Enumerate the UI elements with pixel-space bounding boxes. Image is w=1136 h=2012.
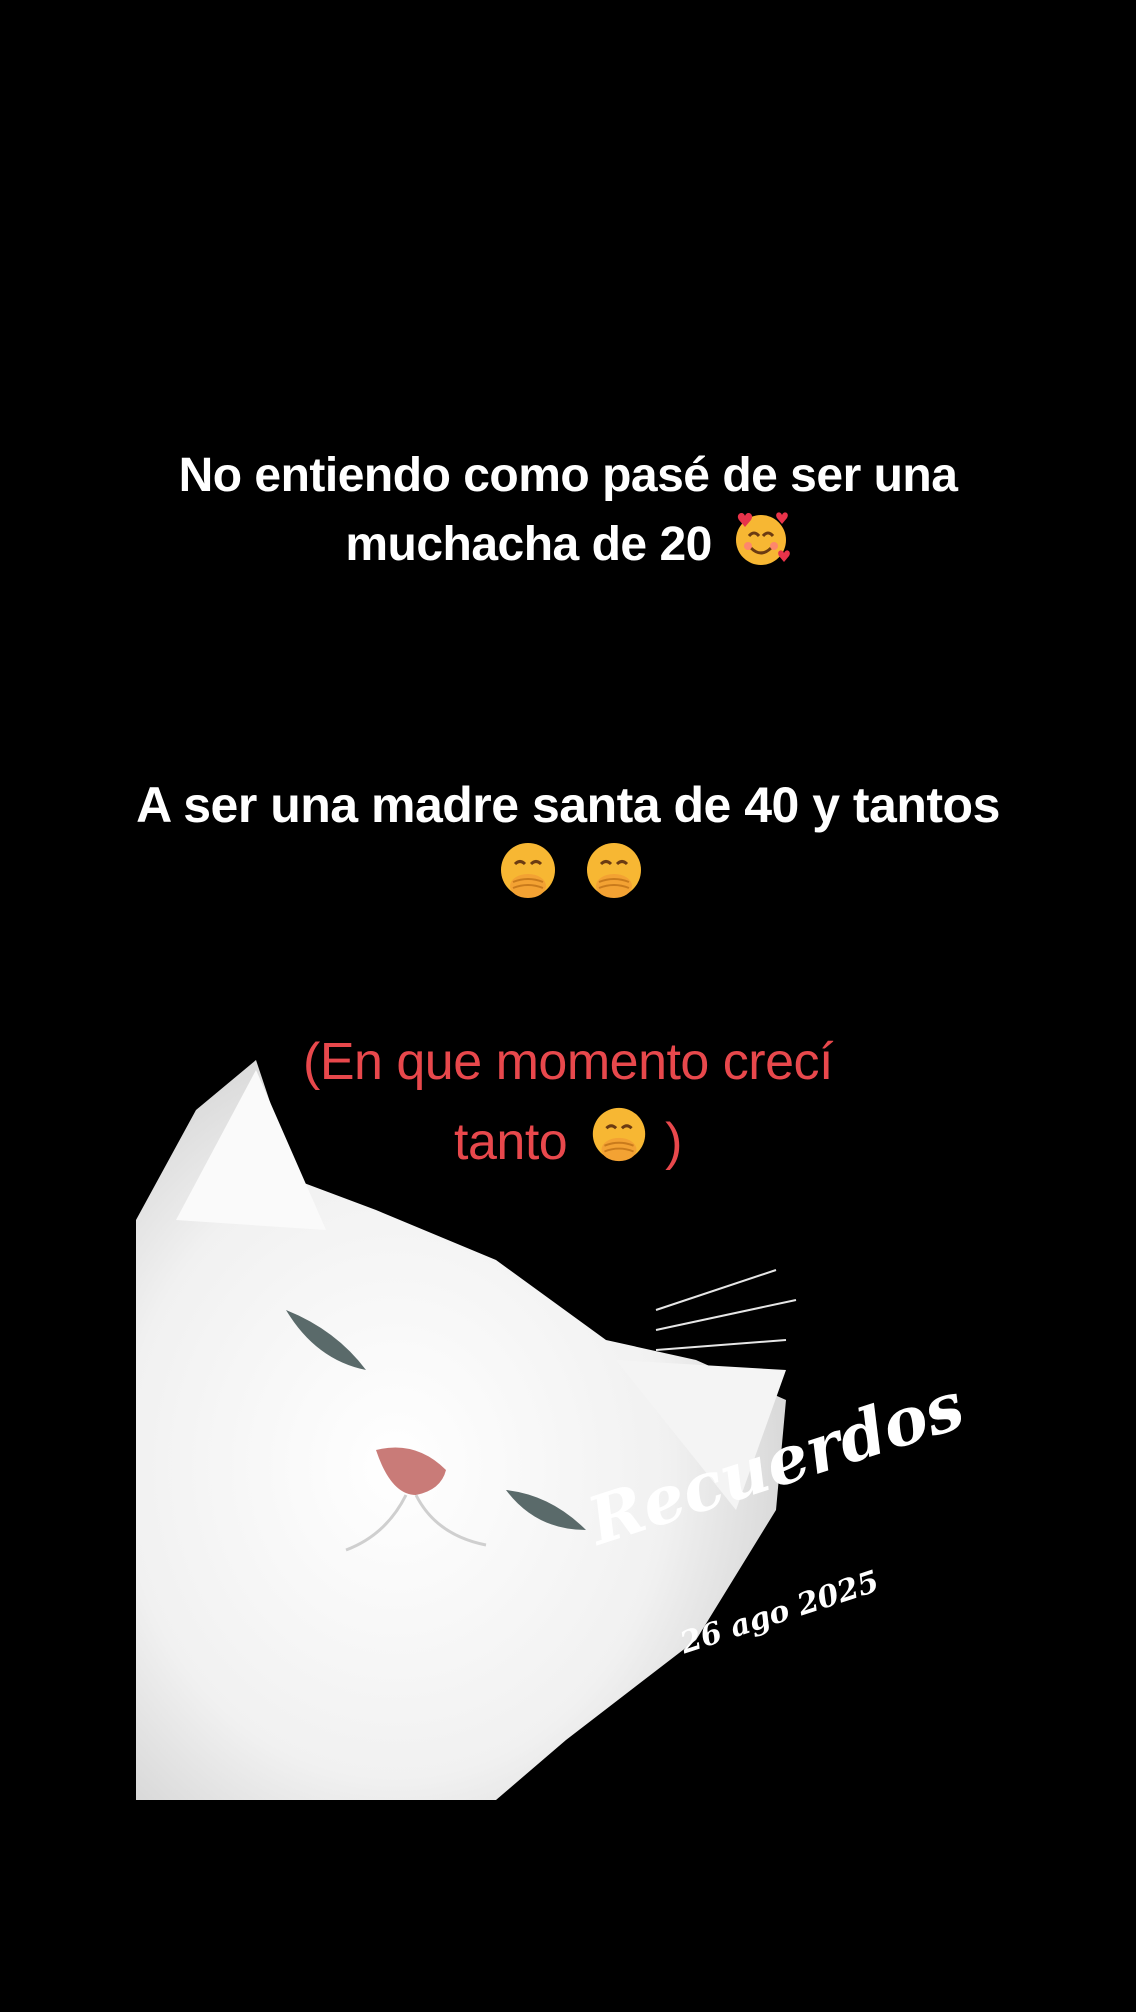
caption-text-3c: ): [665, 1113, 682, 1171]
face-with-hand-over-mouth-icon: [495, 838, 561, 920]
face-with-hand-over-mouth-icon: [587, 1103, 651, 1190]
caption-line-3: (En que momento crecí tanto ): [0, 1022, 1136, 1190]
caption-text-1b: muchacha de 20: [345, 518, 712, 571]
caption-text-3b: tanto: [454, 1113, 568, 1171]
caption-text-2a: A ser una madre santa de 40 y tantos: [136, 777, 1000, 833]
smiling-face-with-hearts-icon: [731, 508, 791, 585]
caption-text-1a: No entiendo como pasé de ser una: [178, 449, 958, 502]
caption-line-2: A ser una madre santa de 40 y tantos: [0, 772, 1136, 920]
face-with-hand-over-mouth-icon: [581, 838, 647, 920]
caption-line-1: No entiendo como pasé de ser una muchach…: [0, 444, 1136, 585]
caption-text-3a: (En que momento crecí: [303, 1033, 833, 1091]
